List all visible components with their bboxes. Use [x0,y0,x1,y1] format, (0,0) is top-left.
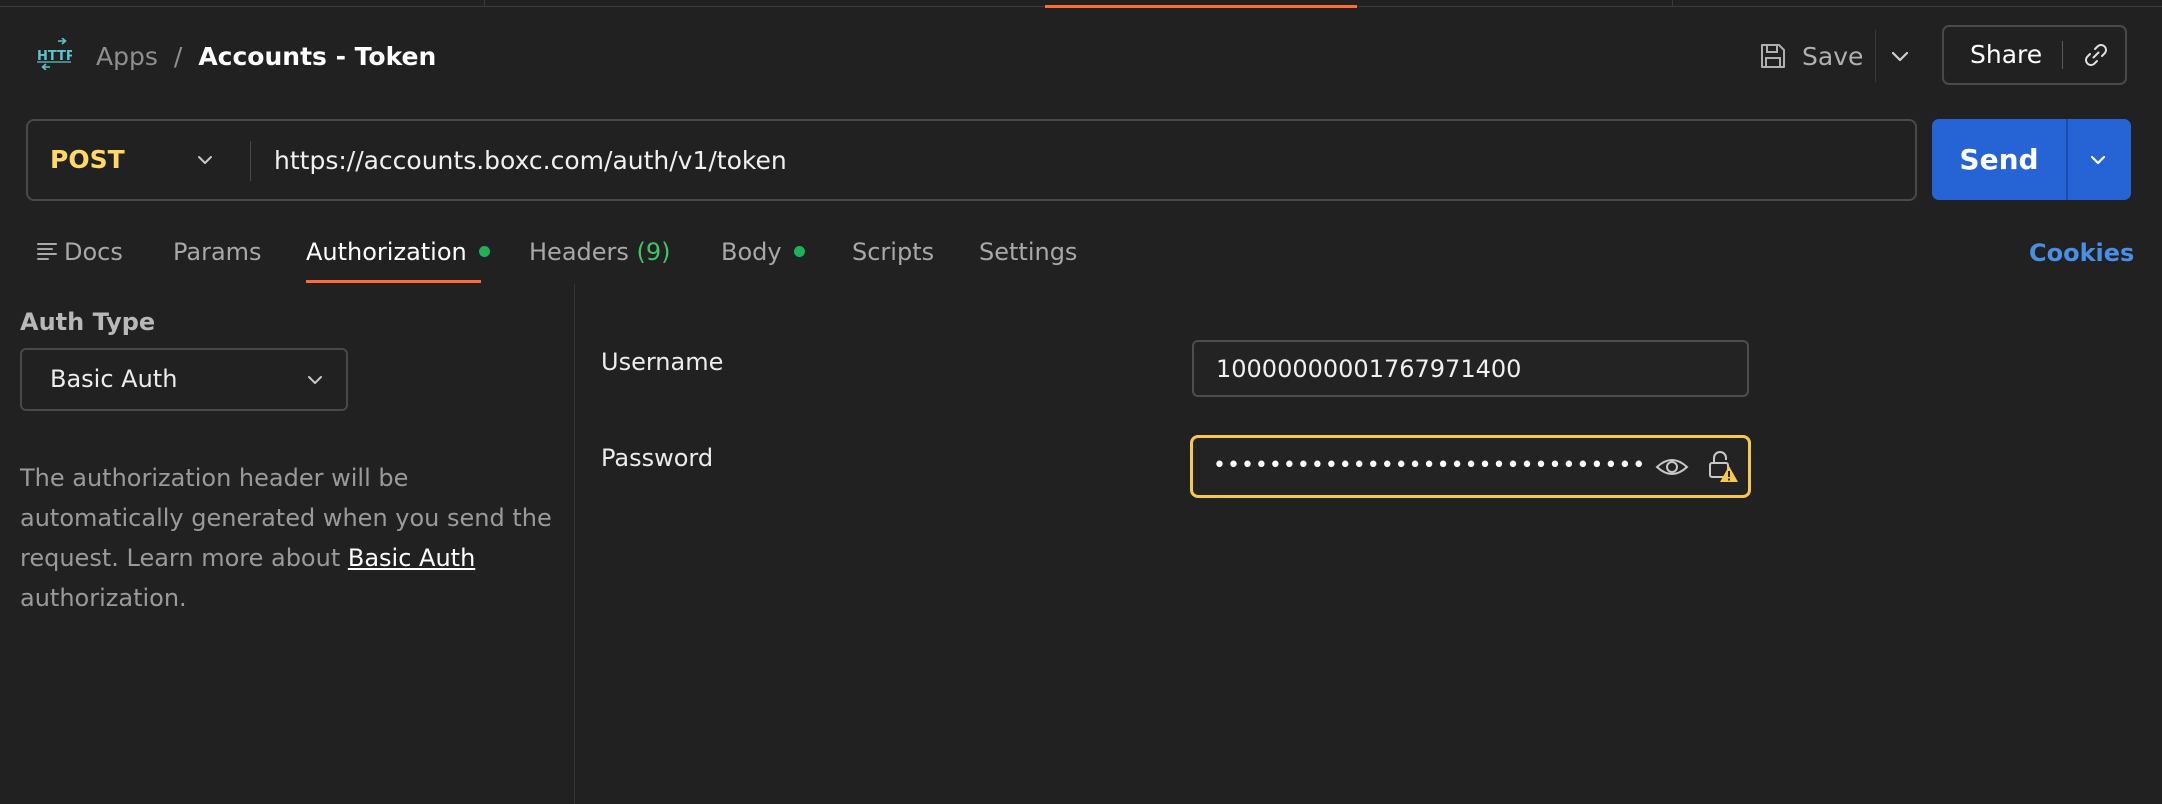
http-icon: HTTP [37,38,72,70]
auth-description-tail: authorization. [20,584,187,612]
docs-icon [37,243,57,260]
tab-params-label: Params [173,238,262,266]
divider [2066,119,2068,200]
tab-docs[interactable]: Docs [36,230,123,274]
lock-warning-icon[interactable] [1705,448,1739,484]
auth-type-value: Basic Auth [50,365,178,393]
divider [250,141,251,181]
breadcrumb-separator: / [173,41,183,71]
tab-settings[interactable]: Settings [979,230,1077,274]
eye-icon[interactable] [1655,452,1689,482]
active-tab-indicator [1045,5,1357,8]
tab-divider [484,0,485,7]
auth-type-label: Auth Type [20,308,156,336]
tab-scripts-label: Scripts [852,238,935,266]
username-input[interactable] [1216,352,1716,386]
tab-params[interactable]: Params [173,230,262,274]
tab-divider [1672,0,1673,7]
divider [1875,30,1876,82]
request-title[interactable]: Accounts - Token [198,42,436,71]
breadcrumb: Apps / Accounts - Token [96,38,436,74]
status-dot [478,245,490,257]
tab-settings-label: Settings [979,238,1078,266]
app-window: HTTP Apps / Accounts - Token Save Share … [0,0,2162,804]
tab-body[interactable]: Body [721,230,805,274]
password-input[interactable]: ••••••••••••••••••••••••••••••• [1213,446,1643,486]
password-label: Password [601,444,714,472]
request-bar: POST [26,119,1917,201]
status-dot [793,245,805,257]
url-input[interactable] [274,135,1874,185]
save-label: Save [1802,41,1864,71]
save-button[interactable]: Save [1758,34,1863,78]
method-select[interactable]: POST [50,121,125,199]
send-button[interactable]: Send [1932,119,2066,200]
auth-type-select[interactable]: Basic Auth [20,348,348,411]
tab-authorization-label: Authorization [306,238,467,266]
tab-authorization[interactable]: Authorization [306,230,490,274]
active-tab-underline [306,280,481,283]
chevron-down-icon[interactable] [2084,146,2112,174]
auth-description: The authorization header will be automat… [20,458,560,618]
username-label: Username [601,348,724,376]
breadcrumb-apps-link[interactable]: Apps [96,42,158,71]
save-icon [1761,44,1785,68]
chevron-down-icon[interactable] [192,147,218,173]
panel-divider[interactable] [574,284,575,804]
send-button-group: Send [1932,119,2131,200]
tab-scripts[interactable]: Scripts [852,230,934,274]
cookies-link[interactable]: Cookies [2029,239,2134,267]
tab-headers-label: Headers [529,238,629,266]
link-icon[interactable] [2080,39,2112,71]
chevron-down-icon [308,376,322,384]
tab-body-label: Body [721,238,782,266]
divider [2062,41,2063,69]
username-field[interactable] [1192,340,1749,397]
share-button[interactable]: Share [1970,27,2042,83]
tab-headers[interactable]: Headers (9) [529,230,671,274]
share-button-group: Share [1942,25,2127,85]
password-field[interactable]: ••••••••••••••••••••••••••••••• [1190,435,1751,498]
basic-auth-link[interactable]: Basic Auth [348,544,475,572]
tab-docs-label: Docs [64,238,123,266]
chevron-down-icon[interactable] [1886,42,1914,70]
headers-count-badge: (9) [636,238,671,266]
